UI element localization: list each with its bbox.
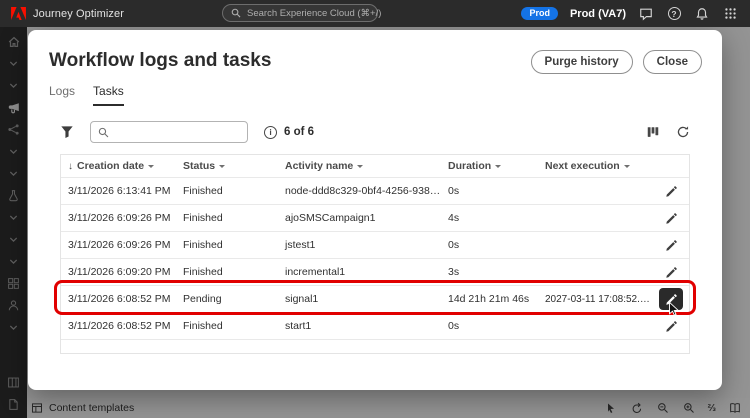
cell-activity-name: start1 xyxy=(278,320,441,332)
col-label: Activity name xyxy=(285,160,353,172)
cell-creation-date: 3/11/2026 6:09:26 PM xyxy=(61,239,176,251)
cell-duration: 3s xyxy=(441,266,538,278)
topbar-right: Prod Prod (VA7) ? xyxy=(521,6,750,22)
table-row: 3/11/2026 6:13:41 PM Finished node-ddd8c… xyxy=(61,177,689,204)
modal-actions: Purge history Close xyxy=(531,50,702,74)
topbar: Journey Optimizer Search Experience Clou… xyxy=(0,0,750,27)
cell-status: Finished xyxy=(176,212,278,224)
notifications-bell-icon[interactable] xyxy=(694,6,710,22)
table-toolbar: i 6 of 6 xyxy=(60,120,690,144)
cell-status: Finished xyxy=(176,320,278,332)
table-row: 3/11/2026 6:09:20 PM Finished incrementa… xyxy=(61,258,689,285)
col-label: Creation date xyxy=(77,160,144,172)
modal-title: Workflow logs and tasks xyxy=(49,50,271,72)
cell-activity-name: jstest1 xyxy=(278,239,441,251)
cell-creation-date: 3/11/2026 6:08:52 PM xyxy=(61,293,176,305)
cell-activity-name: ajoSMSCampaign1 xyxy=(278,212,441,224)
col-activity-name[interactable]: Activity name xyxy=(278,160,441,172)
cell-activity-name: signal1 xyxy=(278,293,441,305)
edit-task-button[interactable] xyxy=(659,262,683,283)
env-badge: Prod xyxy=(521,7,558,21)
cell-activity-name: incremental1 xyxy=(278,266,441,278)
table-header: ↓ Creation date Status Activity name Dur… xyxy=(61,155,689,177)
chevron-down-icon xyxy=(357,165,363,168)
table-row: 3/11/2026 6:08:52 PM Finished start1 0s xyxy=(61,312,689,339)
workflow-logs-modal: Workflow logs and tasks Purge history Cl… xyxy=(28,30,722,390)
cell-creation-date: 3/11/2026 6:09:20 PM xyxy=(61,266,176,278)
app-switcher-grid-icon[interactable] xyxy=(722,6,738,22)
tab-logs[interactable]: Logs xyxy=(49,84,75,106)
col-next-execution[interactable]: Next execution xyxy=(538,160,653,172)
col-creation-date[interactable]: ↓ Creation date xyxy=(61,160,176,172)
result-count: 6 of 6 xyxy=(284,126,314,138)
edit-task-button[interactable] xyxy=(659,208,683,229)
cell-creation-date: 3/11/2026 6:09:26 PM xyxy=(61,212,176,224)
chevron-down-icon xyxy=(219,165,225,168)
close-button[interactable]: Close xyxy=(643,50,702,74)
column-settings-icon[interactable] xyxy=(646,125,660,139)
org-switcher[interactable]: Prod (VA7) xyxy=(570,8,626,20)
table-row-highlighted: 3/11/2026 6:08:52 PM Pending signal1 14d… xyxy=(61,285,689,312)
cell-duration: 0s xyxy=(441,185,538,197)
search-icon xyxy=(231,8,241,18)
feedback-icon[interactable] xyxy=(638,6,654,22)
cell-duration: 4s xyxy=(441,212,538,224)
col-label: Duration xyxy=(448,160,491,172)
cell-next-execution: 2027-03-11 17:08:52.642Z xyxy=(538,294,653,305)
col-duration[interactable]: Duration xyxy=(441,160,538,172)
cell-status: Finished xyxy=(176,185,278,197)
task-search-input[interactable] xyxy=(115,126,240,138)
adobe-logo-icon[interactable] xyxy=(11,7,26,20)
purge-history-button[interactable]: Purge history xyxy=(531,50,633,74)
sort-desc-icon: ↓ xyxy=(68,161,73,172)
chevron-down-icon xyxy=(148,165,154,168)
cell-status: Pending xyxy=(176,293,278,305)
modal-tabs: Logs Tasks xyxy=(49,84,124,106)
cell-duration: 0s xyxy=(441,239,538,251)
tasks-table: ↓ Creation date Status Activity name Dur… xyxy=(60,154,690,354)
brand: Journey Optimizer xyxy=(0,7,124,20)
table-row: 3/11/2026 6:09:26 PM Finished jstest1 0s xyxy=(61,231,689,258)
col-label: Status xyxy=(183,160,215,172)
table-row: 3/11/2026 6:09:26 PM Finished ajoSMSCamp… xyxy=(61,204,689,231)
refresh-icon[interactable] xyxy=(676,125,690,139)
cell-creation-date: 3/11/2026 6:13:41 PM xyxy=(61,185,176,197)
table-footer-space xyxy=(61,339,689,353)
col-status[interactable]: Status xyxy=(176,160,278,172)
toolbar-right xyxy=(646,125,690,139)
cell-activity-name: node-ddd8c329-0bf4-4256-9384-01... xyxy=(278,185,441,197)
col-label: Next execution xyxy=(545,160,620,172)
edit-task-button[interactable] xyxy=(659,181,683,202)
chevron-down-icon xyxy=(624,165,630,168)
task-search-box[interactable] xyxy=(90,121,248,143)
edit-task-button[interactable] xyxy=(659,316,683,337)
help-icon[interactable]: ? xyxy=(666,6,682,22)
edit-task-button[interactable] xyxy=(659,288,683,310)
cell-duration: 0s xyxy=(441,320,538,332)
tab-tasks[interactable]: Tasks xyxy=(93,84,124,106)
global-search-placeholder: Search Experience Cloud (⌘+/) xyxy=(247,8,381,19)
info-icon[interactable]: i xyxy=(264,126,277,139)
edit-task-button[interactable] xyxy=(659,235,683,256)
chevron-down-icon xyxy=(495,165,501,168)
app-title: Journey Optimizer xyxy=(33,8,124,20)
global-search[interactable]: Search Experience Cloud (⌘+/) xyxy=(222,4,378,22)
filter-icon[interactable] xyxy=(60,125,74,139)
cell-duration: 14d 21h 21m 46s xyxy=(441,293,538,305)
cell-creation-date: 3/11/2026 6:08:52 PM xyxy=(61,320,176,332)
cell-status: Finished xyxy=(176,266,278,278)
search-icon xyxy=(98,127,109,138)
cell-status: Finished xyxy=(176,239,278,251)
help-glyph: ? xyxy=(668,7,681,20)
